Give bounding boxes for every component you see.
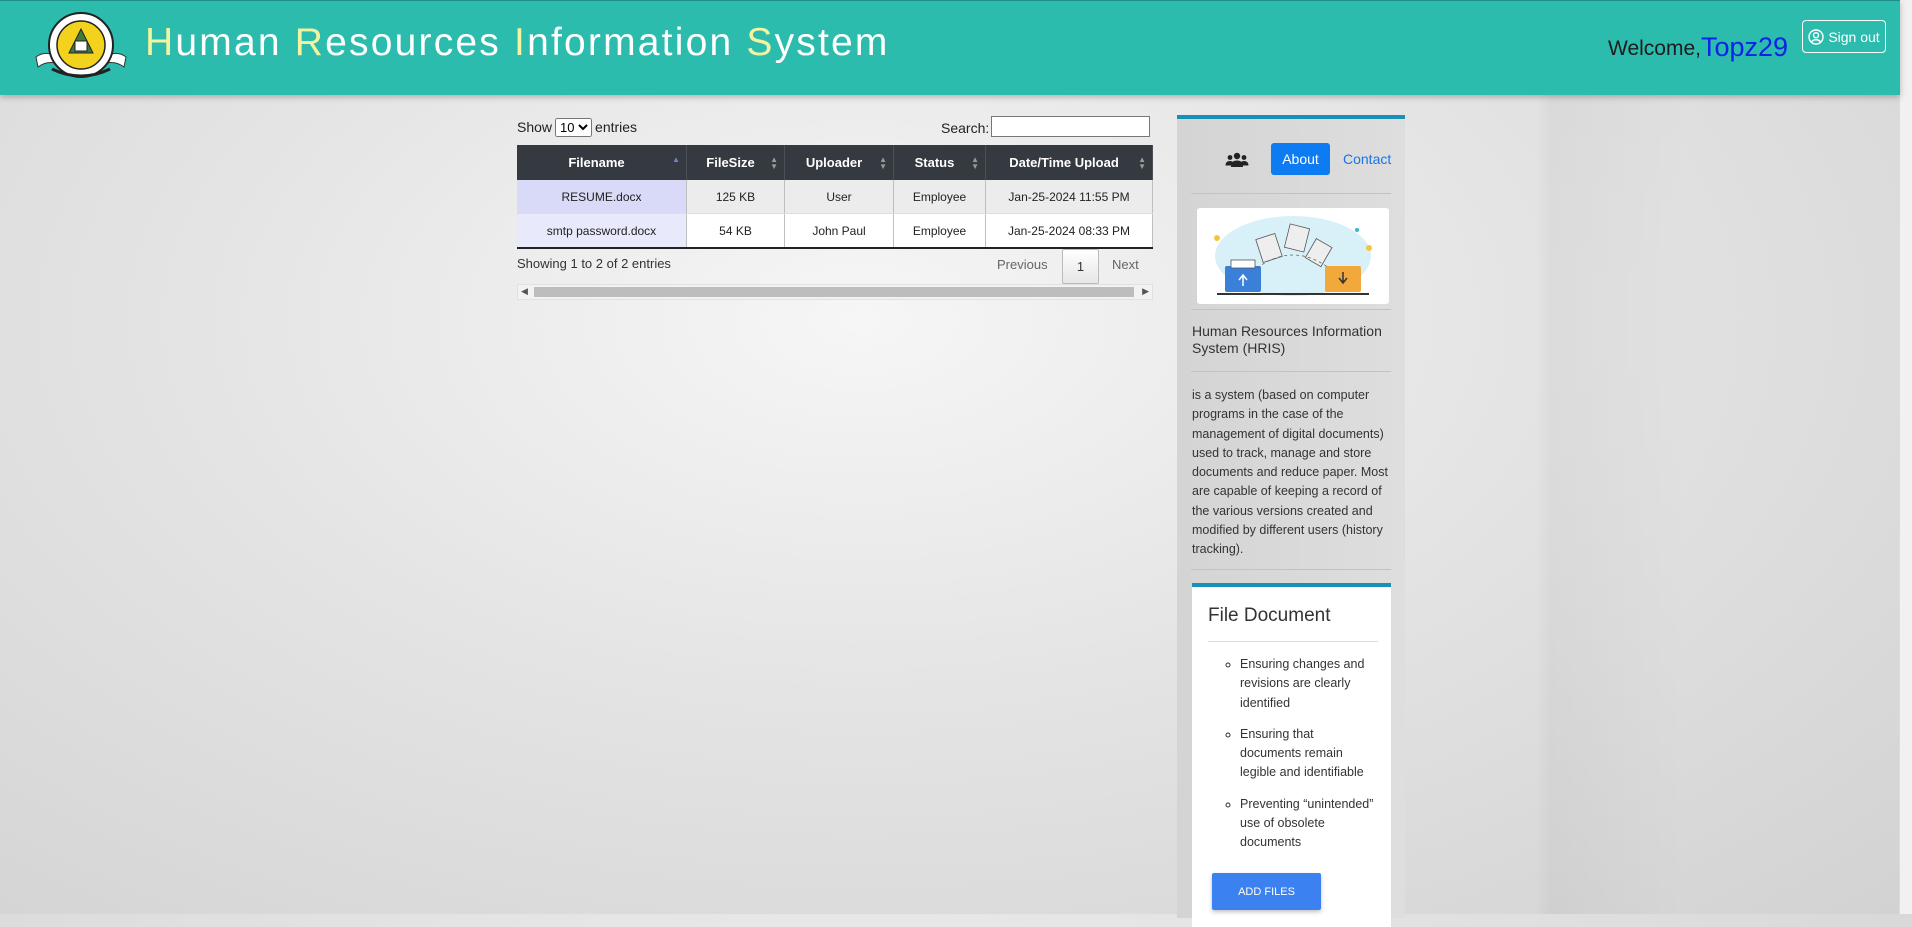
- card-title: File Document: [1208, 605, 1331, 626]
- divider: [1191, 309, 1391, 310]
- user-circle-icon: [1808, 28, 1825, 45]
- title-part: System: [746, 21, 890, 64]
- sort-icon: ▲ ▼: [971, 155, 979, 171]
- files-table: Filename ▲ FileSize ▲ ▼ Uploader ▲ ▼ Status ▲ ▼…: [517, 145, 1153, 249]
- cell-uploader: User: [784, 180, 894, 214]
- table-row[interactable]: smtp password.docx 54 KB John Paul Emplo…: [517, 213, 1153, 249]
- sort-icon: ▲ ▼: [1138, 155, 1146, 171]
- add-files-button[interactable]: ADD FILES: [1212, 873, 1321, 910]
- divider: [1191, 193, 1391, 194]
- next-page-button[interactable]: Next: [1112, 257, 1139, 272]
- table-row[interactable]: RESUME.docx 125 KB User Employee Jan-25-…: [517, 180, 1153, 214]
- list-item: Ensuring that documents remain legible a…: [1240, 725, 1378, 783]
- title-part: Human: [145, 21, 295, 64]
- cell-status: Employee: [893, 213, 986, 249]
- page-1-button[interactable]: 1: [1062, 249, 1099, 284]
- cell-filesize: 54 KB: [686, 213, 785, 249]
- title-part: Resources: [294, 21, 515, 64]
- sort-icon: ▲ ▼: [879, 155, 887, 171]
- scroll-left-arrow-icon[interactable]: ◀: [521, 286, 528, 297]
- entries-label: entries: [595, 119, 638, 135]
- file-transfer-illustration: [1197, 208, 1389, 304]
- college-logo: [34, 11, 128, 81]
- divider: [1191, 371, 1391, 372]
- table-horizontal-scrollbar[interactable]: ◀ ▶: [517, 284, 1153, 300]
- list-item: Preventing “unintended” use of obsolete …: [1240, 795, 1378, 853]
- cell-filesize: 125 KB: [686, 180, 785, 214]
- column-header-filesize[interactable]: FileSize ▲ ▼: [686, 145, 785, 180]
- divider: [1191, 569, 1391, 570]
- sort-icon: ▲: [672, 155, 680, 164]
- cell-filename: RESUME.docx: [517, 180, 687, 214]
- cell-datetime: Jan-25-2024 08:33 PM: [985, 213, 1153, 249]
- sort-icon: ▲ ▼: [770, 155, 778, 171]
- app-title: Human Resources Information System: [145, 21, 890, 65]
- about-title: Human Resources Information System (HRIS…: [1192, 323, 1382, 356]
- column-header-uploader[interactable]: Uploader ▲ ▼: [784, 145, 894, 180]
- cell-uploader: John Paul: [784, 213, 894, 249]
- table-info: Showing 1 to 2 of 2 entries: [517, 256, 671, 271]
- list-item: Ensuring changes and revisions are clear…: [1240, 655, 1378, 713]
- about-description: is a system (based on computer programs …: [1192, 388, 1388, 557]
- title-part: Information: [514, 21, 747, 64]
- column-header-filename[interactable]: Filename ▲: [517, 145, 687, 180]
- sidebar-tabs: About Contact: [1191, 143, 1391, 193]
- sign-out-label: Sign out: [1828, 28, 1880, 45]
- cell-status: Employee: [893, 180, 986, 214]
- info-sidebar: About Contact Human Resources Informatio…: [1177, 115, 1405, 927]
- username-link[interactable]: Topz29: [1701, 32, 1788, 63]
- file-document-card: File Document Ensuring changes and revis…: [1192, 583, 1391, 927]
- sign-out-button[interactable]: Sign out: [1802, 20, 1886, 53]
- tab-contact[interactable]: Contact: [1343, 151, 1391, 167]
- users-icon[interactable]: [1225, 152, 1249, 168]
- previous-page-button[interactable]: Previous: [997, 257, 1048, 272]
- column-header-datetime[interactable]: Date/Time Upload ▲ ▼: [985, 145, 1153, 180]
- show-label: Show: [517, 119, 553, 135]
- page-length-select[interactable]: 10: [555, 118, 593, 137]
- page-scrollbar[interactable]: [1899, 0, 1912, 914]
- background-stripe: [1536, 94, 1912, 914]
- tab-about[interactable]: About: [1271, 143, 1330, 175]
- scrollbar-thumb[interactable]: [534, 287, 1134, 297]
- search-label: Search:: [941, 120, 990, 136]
- card-list: Ensuring changes and revisions are clear…: [1208, 655, 1378, 865]
- cell-datetime: Jan-25-2024 11:55 PM: [985, 180, 1153, 214]
- page-length-control: Show 10 entries: [517, 118, 637, 137]
- column-header-status[interactable]: Status ▲ ▼: [893, 145, 986, 180]
- table-header-row: Filename ▲ FileSize ▲ ▼ Uploader ▲ ▼ Status ▲ ▼…: [517, 145, 1153, 180]
- app-header: Human Resources Information System Welco…: [0, 0, 1900, 95]
- welcome-label: Welcome,: [1608, 37, 1701, 60]
- search-input[interactable]: [991, 116, 1150, 137]
- scroll-right-arrow-icon[interactable]: ▶: [1142, 286, 1149, 297]
- cell-filename: smtp password.docx: [517, 213, 687, 249]
- divider: [1208, 641, 1378, 642]
